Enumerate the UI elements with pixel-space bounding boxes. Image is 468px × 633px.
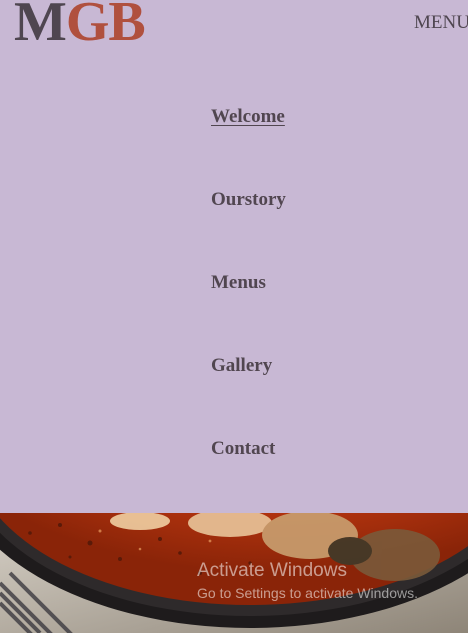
curry-dish-illustration — [0, 513, 468, 633]
nav-item-welcome[interactable]: Welcome — [211, 106, 285, 128]
nav-item-contact[interactable]: Contact — [211, 438, 275, 460]
nav-menu: Welcome Ourstory Menus Gallery Contact — [0, 52, 468, 513]
logo-letters-gb: GB — [65, 0, 146, 53]
nav-item-menus[interactable]: Menus — [211, 272, 266, 294]
hero-food-image — [0, 513, 468, 633]
nav-item-ourstory[interactable]: Ourstory — [211, 189, 286, 211]
site-logo[interactable]: MGB — [14, 0, 146, 53]
menu-toggle-button[interactable]: MENU — [414, 12, 468, 34]
site-header: MGB MENU — [0, 0, 468, 52]
logo-letter-m: M — [14, 0, 67, 53]
nav-item-gallery[interactable]: Gallery — [211, 355, 272, 377]
